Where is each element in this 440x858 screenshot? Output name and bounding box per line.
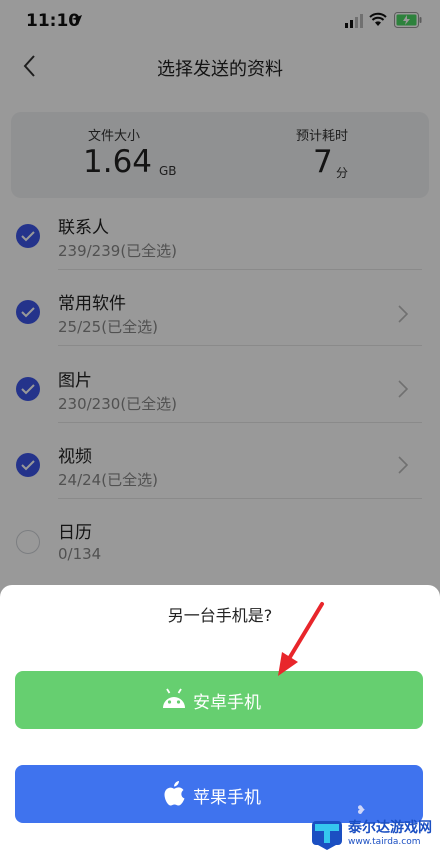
annotation-arrow-icon: [278, 602, 324, 676]
watermark: 泰尔达游戏网 www.tairda.com: [308, 815, 438, 855]
watermark-logo-icon: [312, 821, 342, 850]
sheet-title: 另一台手机是?: [167, 606, 273, 625]
apple-icon: [164, 781, 185, 806]
android-button-label: 安卓手机: [193, 693, 261, 713]
watermark-url: www.tairda.com: [348, 837, 421, 847]
watermark-text: 泰尔达游戏网: [348, 820, 432, 836]
android-icon: [163, 688, 185, 708]
apple-button-label: 苹果手机: [193, 788, 261, 808]
android-phone-button[interactable]: 安卓手机: [15, 671, 423, 729]
